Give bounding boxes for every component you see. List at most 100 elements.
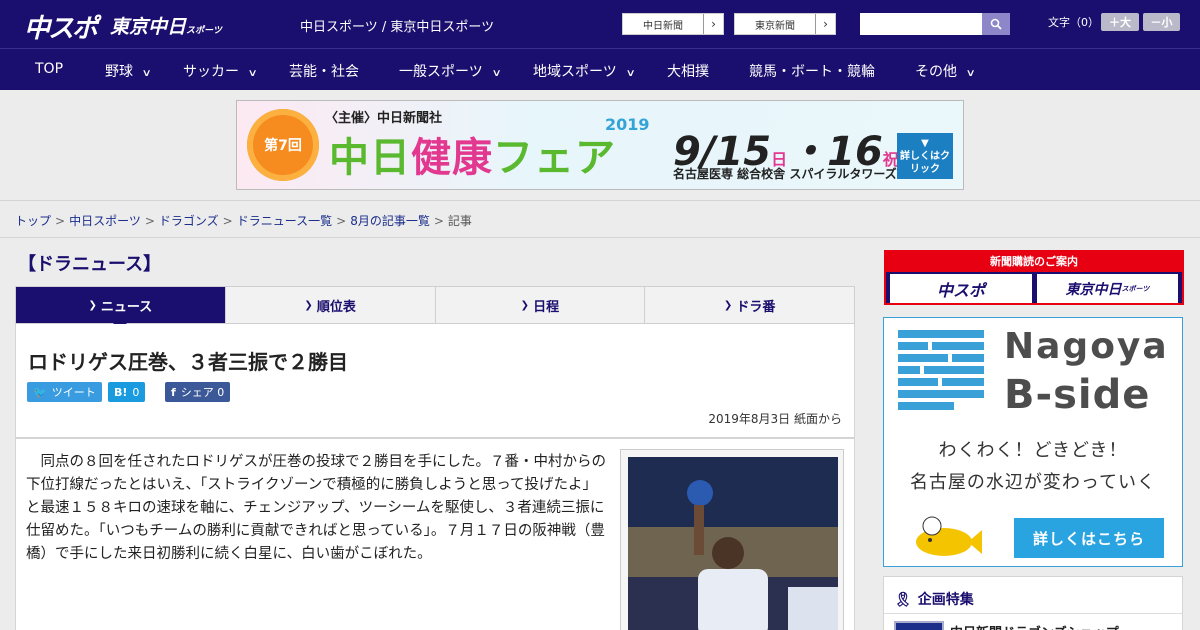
chevron-right-icon: ❯ bbox=[723, 299, 733, 311]
breadcrumb-separator: > bbox=[55, 214, 66, 228]
tokyo-shimbun-link[interactable]: 東京新聞 › bbox=[734, 13, 836, 35]
fried-shrimp-mascot-icon bbox=[916, 516, 982, 556]
chevron-down-icon: ∨ bbox=[247, 68, 258, 79]
tab-reporter[interactable]: ❯ ドラ番 bbox=[645, 287, 854, 323]
banner-title: 中日健康フェア bbox=[329, 125, 616, 183]
breadcrumb-separator: > bbox=[144, 214, 155, 228]
chuspo-logo[interactable]: 中スポ bbox=[24, 8, 98, 45]
breadcrumb-link-dragons[interactable]: ドラゴンズ bbox=[159, 214, 219, 228]
nav-label: サッカー bbox=[183, 64, 239, 80]
facebook-icon: f bbox=[171, 385, 176, 399]
breadcrumb-link-august[interactable]: 8月の記事一覧 bbox=[350, 214, 430, 228]
search-icon bbox=[990, 18, 1002, 30]
article-header: ロドリゲス圧巻、３者三振で２勝目 🐦 ツイート B! 0 f シェア 0 2019年8… bbox=[15, 324, 855, 438]
nav-label: 地域スポーツ bbox=[533, 64, 617, 80]
breadcrumb-separator: > bbox=[222, 214, 233, 228]
subscribe-tokyo-chunichi-button[interactable]: 東京中日 スポーツ bbox=[1037, 274, 1178, 303]
banner-venue: 名古屋医専 総合校舎 スパイラルタワーズ bbox=[673, 167, 897, 181]
subscribe-b-label: 東京中日 bbox=[1065, 281, 1122, 298]
health-fair-banner[interactable]: 第7回 〈主催〉中日新聞社 中日健康フェア 2019 9/15日・16祝 名古屋… bbox=[236, 100, 964, 190]
tab-label: ドラ番 bbox=[736, 299, 776, 315]
hatena-bookmark-button[interactable]: B! 0 bbox=[108, 382, 146, 402]
ext-link-label: 中日新聞 bbox=[643, 20, 683, 32]
nav-item-baseball[interactable]: 野球 ∨ bbox=[105, 61, 152, 81]
ad-title-nagoya: Nagoya bbox=[1004, 326, 1169, 367]
chunichi-shimbun-link[interactable]: 中日新聞 › bbox=[622, 13, 724, 35]
breadcrumb-link-chunichi-sports[interactable]: 中日スポーツ bbox=[69, 214, 141, 228]
font-larger-button[interactable]: ＋大 bbox=[1101, 13, 1139, 31]
tokyo-chunichi-logo[interactable]: 東京中日スポーツ bbox=[110, 12, 222, 39]
chevron-down-icon: ∨ bbox=[141, 68, 152, 79]
banner-title-c: フェア bbox=[493, 135, 616, 181]
facebook-share-button[interactable]: f シェア 0 bbox=[165, 382, 231, 402]
article-body: 同点の８回を任されたロドリゲスが圧巻の投球で２勝目を手にした。７番・中村からの下… bbox=[15, 438, 855, 630]
hatena-icon: B! bbox=[114, 385, 128, 399]
nav-item-other[interactable]: その他 ∨ bbox=[915, 61, 976, 81]
breadcrumb: トップ > 中日スポーツ > ドラゴンズ > ドラニュース一覧 >8月の記事一覧 > 記事 bbox=[15, 212, 472, 229]
breadcrumb-current: 記事 bbox=[447, 214, 472, 228]
brick-logo-icon bbox=[898, 330, 984, 410]
nav-item-local-sports[interactable]: 地域スポーツ ∨ bbox=[533, 61, 636, 81]
subscription-box: 新聞購読のご案内 中スポ 東京中日 スポーツ bbox=[884, 250, 1184, 305]
breadcrumb-link-top[interactable]: トップ bbox=[15, 214, 51, 228]
nav-item-general-sports[interactable]: 一般スポーツ ∨ bbox=[399, 61, 502, 81]
nav-label: その他 bbox=[915, 64, 957, 80]
search-input[interactable] bbox=[860, 13, 984, 35]
banner-sponsor: 〈主催〉中日新聞社 bbox=[325, 111, 443, 126]
ad-details-button[interactable]: 詳しくはこちら bbox=[1014, 518, 1164, 558]
site-title[interactable]: 中日スポーツ / 東京中日スポーツ bbox=[300, 16, 494, 35]
banner-click-button[interactable]: ▼ 詳しくはクリック bbox=[897, 133, 953, 179]
nav-item-entertainment[interactable]: 芸能・社会 bbox=[289, 61, 359, 81]
chevron-right-icon: ❯ bbox=[304, 299, 313, 311]
banner-title-a: 中日 bbox=[329, 135, 411, 181]
ext-link-label: 東京新聞 bbox=[755, 20, 795, 32]
tweet-button[interactable]: 🐦 ツイート bbox=[27, 382, 102, 402]
main-nav: TOP 野球 ∨ サッカー ∨ 芸能・社会 一般スポーツ ∨ 地域スポーツ ∨ 大相撲 … bbox=[0, 48, 1200, 90]
feature-box: 🎗 企画特集 中日新聞ドラゴンズショップ bbox=[883, 576, 1183, 630]
nagoya-bside-ad[interactable]: Nagoya B-side わくわく！どきどき！ 名古屋の水辺が変わっていく 詳… bbox=[883, 317, 1183, 567]
tab-label: 順位表 bbox=[316, 299, 356, 315]
chevron-right-icon: ❯ bbox=[520, 299, 530, 311]
nav-item-racing[interactable]: 競馬・ボート・競輪 bbox=[749, 61, 875, 81]
feature-thumbnail[interactable] bbox=[894, 621, 944, 630]
nav-item-top[interactable]: TOP bbox=[35, 61, 63, 77]
tab-label: ニュース bbox=[100, 299, 153, 315]
nav-label: 一般スポーツ bbox=[399, 64, 483, 80]
article-title: ロドリゲス圧巻、３者三振で２勝目 bbox=[28, 350, 348, 374]
breadcrumb-area: トップ > 中日スポーツ > ドラゴンズ > ドラニュース一覧 >8月の記事一覧 > 記事 bbox=[0, 200, 1200, 238]
article-photo-frame bbox=[620, 449, 844, 630]
subscribe-b-small: スポーツ bbox=[1121, 284, 1150, 293]
breadcrumb-link-news-list[interactable]: ドラニュース一覧 bbox=[237, 214, 332, 228]
subscription-heading: 新聞購読のご案内 bbox=[886, 252, 1182, 272]
tab-schedule[interactable]: ❯ 日程 bbox=[436, 287, 646, 323]
banner-click-label: 詳しくはクリック bbox=[900, 151, 950, 175]
nav-label: 芸能・社会 bbox=[289, 64, 359, 80]
section-title: 【ドラニュース】 bbox=[18, 254, 162, 275]
nav-item-soccer[interactable]: サッカー ∨ bbox=[183, 61, 258, 81]
tab-bar: ❯ ニュース ❯ 順位表 ❯ 日程 ❯ ドラ番 bbox=[15, 286, 855, 330]
banner-year: 2019 bbox=[605, 115, 650, 134]
ad-tagline-1: わくわく！どきどき！ bbox=[938, 440, 1128, 461]
tokyo-logo-small: スポーツ bbox=[186, 26, 222, 36]
banner-area: 第7回 〈主催〉中日新聞社 中日健康フェア 2019 9/15日・16祝 名古屋… bbox=[0, 90, 1200, 200]
article-photo[interactable] bbox=[628, 457, 838, 630]
feature-item-dragons-shop[interactable]: 中日新聞ドラゴンズショップ bbox=[950, 622, 1119, 630]
chevron-right-icon: › bbox=[815, 14, 835, 34]
nav-item-sumo[interactable]: 大相撲 bbox=[667, 61, 709, 81]
chevron-down-icon: ∨ bbox=[965, 68, 976, 79]
nav-label: 大相撲 bbox=[667, 64, 709, 80]
font-smaller-button[interactable]: －小 bbox=[1143, 13, 1180, 31]
facebook-count: 0 bbox=[217, 385, 225, 399]
chevron-down-icon: ∨ bbox=[625, 68, 636, 79]
subscribe-chuspo-button[interactable]: 中スポ bbox=[890, 274, 1032, 303]
search-button[interactable] bbox=[982, 13, 1010, 35]
tab-news[interactable]: ❯ ニュース bbox=[16, 287, 226, 330]
article-date: 2019年8月3日 紙面から bbox=[708, 412, 842, 426]
hatena-count: 0 bbox=[132, 385, 140, 399]
nav-label: TOP bbox=[35, 61, 64, 77]
tab-standings[interactable]: ❯ 順位表 bbox=[226, 287, 436, 323]
divider bbox=[884, 613, 1182, 614]
tokyo-logo-text: 東京中日 bbox=[110, 16, 187, 38]
ad-tagline-2: 名古屋の水辺が変わっていく bbox=[909, 472, 1157, 493]
ribbon-icon: 🎗 bbox=[894, 592, 912, 608]
